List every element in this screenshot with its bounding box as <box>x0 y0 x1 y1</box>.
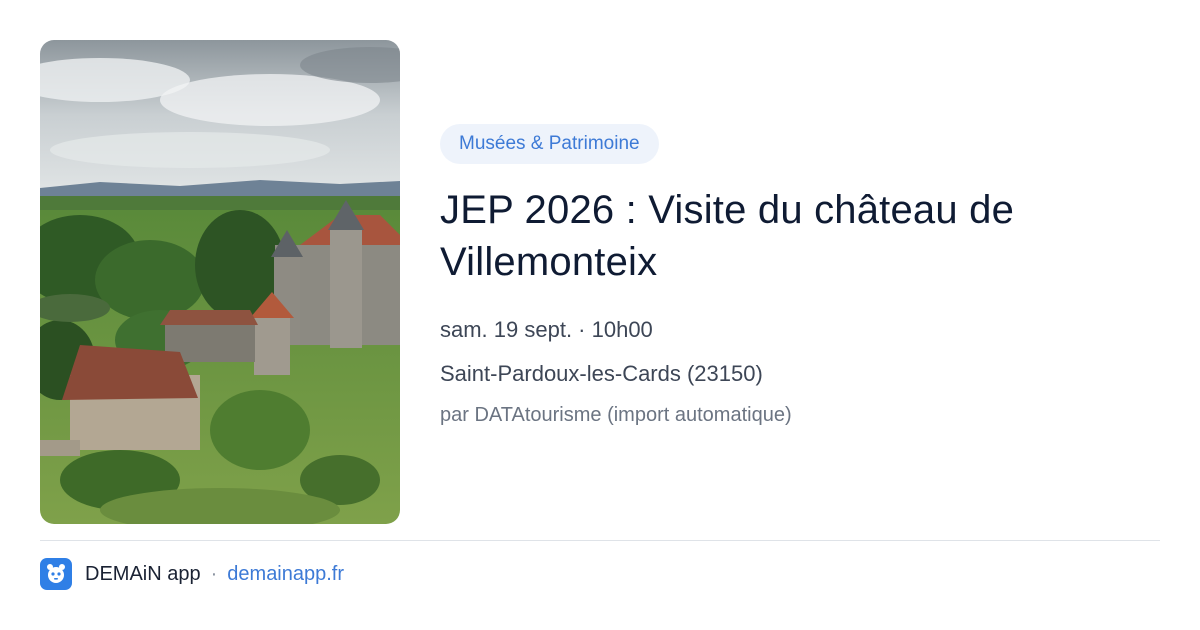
footer-separator: · <box>210 562 218 585</box>
app-website-link[interactable]: demainapp.fr <box>227 563 344 586</box>
event-title[interactable]: JEP 2026 : Visite du château de Villemon… <box>440 184 1160 288</box>
demain-app-logo-icon[interactable] <box>40 558 72 590</box>
event-info: Musées & Patrimoine JEP 2026 : Visite du… <box>440 124 1160 430</box>
event-card[interactable]: Musées & Patrimoine JEP 2026 : Visite du… <box>0 0 1200 630</box>
event-photo <box>40 40 400 524</box>
category-badge[interactable]: Musées & Patrimoine <box>440 124 659 164</box>
event-datetime: sam. 19 sept. · 10h00 <box>440 317 653 342</box>
footer-divider <box>40 540 1160 541</box>
footer: DEMAiN app · demainapp.fr <box>40 558 344 590</box>
event-location: Saint-Pardoux-les-Cards (23150) <box>440 361 763 386</box>
event-source: par DATAtourisme (import automatique) <box>440 404 792 426</box>
app-name: DEMAiN app <box>85 562 201 585</box>
